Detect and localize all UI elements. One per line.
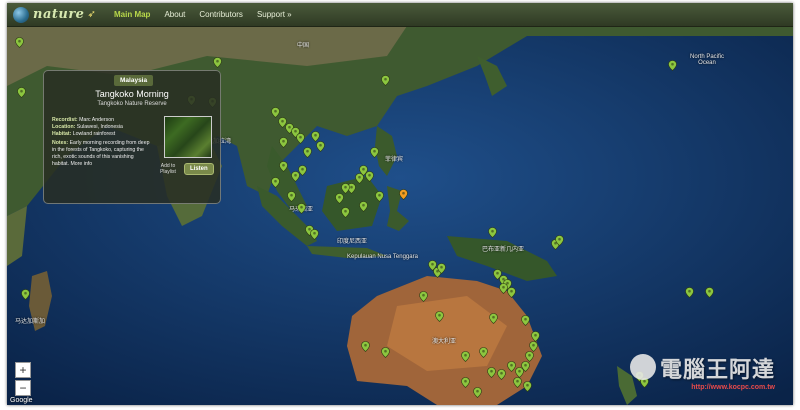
map-label-madagascar: 马达加斯加 xyxy=(15,319,46,325)
map-marker[interactable] xyxy=(530,331,540,342)
map-marker[interactable] xyxy=(684,287,694,298)
popup-subtitle: Tangkoko Nature Reserve xyxy=(97,101,167,107)
app-window: nature ➶ Main Map About Contributors Sup… xyxy=(7,3,793,405)
google-attribution: Google xyxy=(10,397,33,404)
map-marker[interactable] xyxy=(16,87,26,98)
map-label-china: 中国 xyxy=(297,43,310,49)
map-marker[interactable] xyxy=(302,147,312,158)
popup-title: Tangkoko Morning xyxy=(95,89,169,99)
map-marker[interactable] xyxy=(528,341,538,352)
map-marker[interactable] xyxy=(309,229,319,240)
map-marker[interactable] xyxy=(506,287,516,298)
satellite-map[interactable]: 中国 North Pacific Ocean 印度尼西亚 Kepulauan N… xyxy=(7,26,793,405)
map-marker[interactable] xyxy=(20,289,30,300)
nav-support[interactable]: Support » xyxy=(250,10,299,19)
watermark-url: http://www.kocpc.com.tw xyxy=(691,384,775,391)
listen-button[interactable]: Listen xyxy=(184,163,214,175)
map-marker[interactable] xyxy=(460,351,470,362)
top-navbar: nature ➶ Main Map About Contributors Sup… xyxy=(7,3,793,27)
site-logo[interactable]: nature ➶ xyxy=(7,3,107,26)
map-marker[interactable] xyxy=(667,60,677,71)
map-marker[interactable] xyxy=(487,227,497,238)
watermark: 電腦王阿達 http://www.kocpc.com.tw xyxy=(629,352,775,391)
popup-details: Recordist: Marc Anderson Location: Sulaw… xyxy=(52,117,152,168)
map-label-indonesia: 印度尼西亚 xyxy=(337,239,368,245)
map-label-papua: 巴布亚新几内亚 xyxy=(482,247,525,253)
map-marker[interactable] xyxy=(486,367,496,378)
zoom-out-button[interactable]: − xyxy=(15,380,31,396)
map-marker[interactable] xyxy=(358,201,368,212)
map-marker[interactable] xyxy=(270,177,280,188)
map-marker[interactable] xyxy=(14,37,24,48)
map-marker[interactable] xyxy=(315,141,325,152)
notes-label: Notes: xyxy=(52,140,69,146)
bird-icon: ➶ xyxy=(87,9,96,20)
map-marker[interactable] xyxy=(340,207,350,218)
map-marker[interactable] xyxy=(374,191,384,202)
map-marker[interactable] xyxy=(520,361,530,372)
map-marker[interactable] xyxy=(380,75,390,86)
map-marker[interactable] xyxy=(704,287,714,298)
location-label: Location: xyxy=(52,124,76,130)
map-marker[interactable] xyxy=(496,369,506,380)
recording-info-popup: Malaysia Tangkoko Morning Tangkoko Natur… xyxy=(43,70,221,204)
map-marker[interactable] xyxy=(524,351,534,362)
map-marker[interactable] xyxy=(369,147,379,158)
watermark-text: 電腦王阿達 xyxy=(659,358,775,383)
map-marker[interactable] xyxy=(290,171,300,182)
logo-text: nature xyxy=(33,7,85,22)
map-label-australia: 澳大利亚 xyxy=(432,339,457,345)
map-marker[interactable] xyxy=(295,133,305,144)
map-marker[interactable] xyxy=(212,57,222,68)
map-marker[interactable] xyxy=(436,263,446,274)
nav-contributors[interactable]: Contributors xyxy=(192,10,250,19)
nav-about[interactable]: About xyxy=(157,10,192,19)
recordist-label: Recordist: xyxy=(52,117,78,123)
zoom-in-button[interactable]: + xyxy=(15,362,31,378)
location-value: Sulawesi, Indonesia xyxy=(76,124,123,130)
map-marker[interactable] xyxy=(286,191,296,202)
map-marker[interactable] xyxy=(380,347,390,358)
map-marker[interactable] xyxy=(472,387,482,398)
map-marker[interactable] xyxy=(334,193,344,204)
add-to-playlist-button[interactable]: Add to Playlist xyxy=(157,163,179,175)
map-marker[interactable] xyxy=(488,313,498,324)
map-marker[interactable] xyxy=(554,235,564,246)
map-marker[interactable] xyxy=(278,161,288,172)
map-marker[interactable] xyxy=(512,377,522,388)
map-marker[interactable] xyxy=(278,137,288,148)
nav-main-map[interactable]: Main Map xyxy=(107,10,157,19)
map-marker[interactable] xyxy=(360,341,370,352)
map-label-philippines: 菲律宾 xyxy=(385,157,404,163)
map-marker[interactable] xyxy=(520,315,530,326)
popup-country-badge: Malaysia xyxy=(114,75,154,86)
globe-icon xyxy=(13,6,29,23)
habitat-value: Lowland rainforest xyxy=(72,131,116,137)
map-marker[interactable] xyxy=(478,347,488,358)
map-marker[interactable] xyxy=(340,183,350,194)
map-label-north-pacific: North Pacific Ocean xyxy=(689,54,724,66)
map-marker[interactable] xyxy=(418,291,428,302)
recordist-value: Marc Anderson xyxy=(79,117,114,123)
map-marker[interactable] xyxy=(364,171,374,182)
habitat-label: Habitat: xyxy=(52,131,72,137)
recording-photo xyxy=(164,116,212,158)
map-marker[interactable] xyxy=(460,377,470,388)
map-marker[interactable] xyxy=(296,203,306,214)
watermark-logo-icon xyxy=(629,354,656,380)
map-marker[interactable] xyxy=(522,381,532,392)
selected-map-marker[interactable] xyxy=(398,189,408,200)
map-marker[interactable] xyxy=(434,311,444,322)
map-label-timor: Kepulauan Nusa Tenggara xyxy=(347,254,418,260)
